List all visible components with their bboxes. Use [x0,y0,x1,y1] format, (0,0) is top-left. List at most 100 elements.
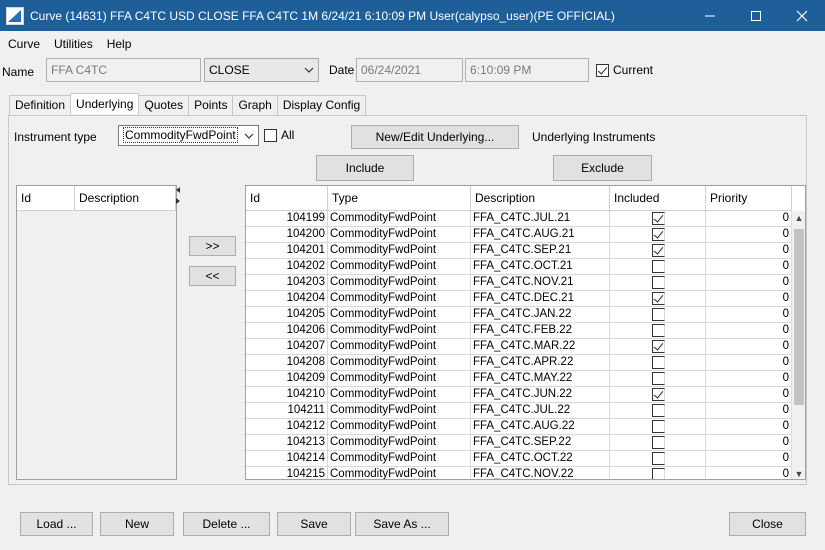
date-field[interactable]: 06/24/2021 [356,58,463,82]
included-checkbox[interactable] [652,260,665,273]
title-bar[interactable]: Curve (14631) FFA C4TC USD CLOSE FFA C4T… [0,0,825,31]
included-checkbox[interactable] [652,436,665,449]
delete-button[interactable]: Delete ... [183,512,270,536]
menu-curve[interactable]: Curve [0,32,46,56]
tab-quotes[interactable]: Quotes [138,95,190,115]
included-checkbox[interactable] [652,340,665,353]
tab-definition[interactable]: Definition [9,95,72,115]
table-row[interactable]: 104205 CommodityFwdPoint FFA_C4TC.JAN.22 0 [246,307,792,323]
included-checkbox[interactable] [652,324,665,337]
scroll-down-icon[interactable]: ▼ [792,467,805,479]
underlying-instruments-table[interactable]: Id Type Description Included Priority 10… [245,185,806,480]
maximize-button[interactable] [733,0,779,31]
included-checkbox[interactable] [652,356,665,369]
cell-priority[interactable]: 0 [706,403,792,419]
column-header-id[interactable]: Id [246,186,328,211]
scroll-up-icon[interactable]: ▲ [792,211,805,225]
column-header-id[interactable]: Id [17,186,75,210]
cell-priority[interactable]: 0 [706,307,792,323]
table-row[interactable]: 104214 CommodityFwdPoint FFA_C4TC.OCT.22 0 [246,451,792,467]
table-row[interactable]: 104212 CommodityFwdPoint FFA_C4TC.AUG.22 0 [246,419,792,435]
cell-priority[interactable]: 0 [706,211,792,227]
cell-priority[interactable]: 0 [706,355,792,371]
close-button[interactable]: Close [729,512,806,536]
exclude-button[interactable]: Exclude [553,155,652,181]
column-header-description[interactable]: Description [471,186,610,211]
included-checkbox[interactable] [652,420,665,433]
name-field[interactable]: FFA C4TC [46,58,201,82]
available-instruments-table[interactable]: Id Description [16,185,177,480]
save-as-button[interactable]: Save As ... [355,512,449,536]
cell-priority[interactable]: 0 [706,323,792,339]
underlying-instruments-label: Underlying Instruments [532,130,656,144]
minimize-button[interactable] [687,0,733,31]
move-right-button[interactable]: >> [189,236,236,256]
cell-priority[interactable]: 0 [706,387,792,403]
included-checkbox[interactable] [652,372,665,385]
include-button[interactable]: Include [316,155,414,181]
table-row[interactable]: 104215 CommodityFwdPoint FFA_C4TC.NOV.22 0 [246,467,792,479]
cell-priority[interactable]: 0 [706,227,792,243]
included-checkbox[interactable] [652,292,665,305]
cell-priority[interactable]: 0 [706,371,792,387]
tab-display-config[interactable]: Display Config [276,95,367,115]
column-scroll-arrows-icon[interactable] [175,186,181,206]
table-row[interactable]: 104213 CommodityFwdPoint FFA_C4TC.SEP.22 0 [246,435,792,451]
cell-priority[interactable]: 0 [706,339,792,355]
load-button[interactable]: Load ... [20,512,93,536]
instrument-type-select[interactable]: CommodityFwdPoint [118,125,259,146]
table-row[interactable]: 104207 CommodityFwdPoint FFA_C4TC.MAR.22 0 [246,339,792,355]
included-checkbox[interactable] [652,388,665,401]
table-row[interactable]: 104199 CommodityFwdPoint FFA_C4TC.JUL.21 0 [246,211,792,227]
table-row[interactable]: 104204 CommodityFwdPoint FFA_C4TC.DEC.21 0 [246,291,792,307]
new-edit-underlying-button[interactable]: New/Edit Underlying... [351,125,519,149]
table-row[interactable]: 104209 CommodityFwdPoint FFA_C4TC.MAY.22 0 [246,371,792,387]
vertical-scrollbar[interactable]: ▲ ▼ [791,211,805,479]
cell-priority[interactable]: 0 [706,243,792,259]
cell-priority[interactable]: 0 [706,451,792,467]
quote-set-select[interactable]: CLOSE [204,58,319,82]
minimize-icon [705,15,715,16]
cell-priority[interactable]: 0 [706,275,792,291]
included-checkbox[interactable] [652,212,665,225]
cell-id: 104203 [246,275,328,291]
time-field[interactable]: 6:10:09 PM [465,58,589,82]
included-checkbox[interactable] [652,468,665,479]
scroll-thumb[interactable] [794,229,804,405]
included-checkbox[interactable] [652,404,665,417]
table-row[interactable]: 104206 CommodityFwdPoint FFA_C4TC.FEB.22 0 [246,323,792,339]
cell-priority[interactable]: 0 [706,467,792,479]
table-row[interactable]: 104202 CommodityFwdPoint FFA_C4TC.OCT.21 0 [246,259,792,275]
tab-graph[interactable]: Graph [232,95,278,115]
column-header-priority[interactable]: Priority [706,186,792,211]
move-left-button[interactable]: << [189,266,236,286]
cell-priority[interactable]: 0 [706,435,792,451]
cell-priority[interactable]: 0 [706,419,792,435]
included-checkbox[interactable] [652,276,665,289]
cell-id: 104205 [246,307,328,323]
included-checkbox[interactable] [652,308,665,321]
column-header-type[interactable]: Type [328,186,471,211]
table-row[interactable]: 104203 CommodityFwdPoint FFA_C4TC.NOV.21 0 [246,275,792,291]
current-checkbox[interactable] [596,64,609,77]
included-checkbox[interactable] [652,244,665,257]
table-row[interactable]: 104200 CommodityFwdPoint FFA_C4TC.AUG.21 0 [246,227,792,243]
menu-utilities[interactable]: Utilities [46,32,99,56]
tab-underlying[interactable]: Underlying [70,93,140,114]
table-row[interactable]: 104211 CommodityFwdPoint FFA_C4TC.JUL.22 0 [246,403,792,419]
table-row[interactable]: 104208 CommodityFwdPoint FFA_C4TC.APR.22 0 [246,355,792,371]
cell-priority[interactable]: 0 [706,291,792,307]
all-checkbox[interactable] [264,129,277,142]
table-row[interactable]: 104201 CommodityFwdPoint FFA_C4TC.SEP.21 0 [246,243,792,259]
save-button[interactable]: Save [277,512,351,536]
close-window-button[interactable] [779,0,825,31]
column-header-included[interactable]: Included [610,186,706,211]
cell-priority[interactable]: 0 [706,259,792,275]
table-row[interactable]: 104210 CommodityFwdPoint FFA_C4TC.JUN.22 0 [246,387,792,403]
included-checkbox[interactable] [652,228,665,241]
tab-points[interactable]: Points [188,95,234,115]
menu-help[interactable]: Help [99,32,138,56]
column-header-description[interactable]: Description [75,186,176,210]
new-button[interactable]: New [100,512,174,536]
included-checkbox[interactable] [652,452,665,465]
